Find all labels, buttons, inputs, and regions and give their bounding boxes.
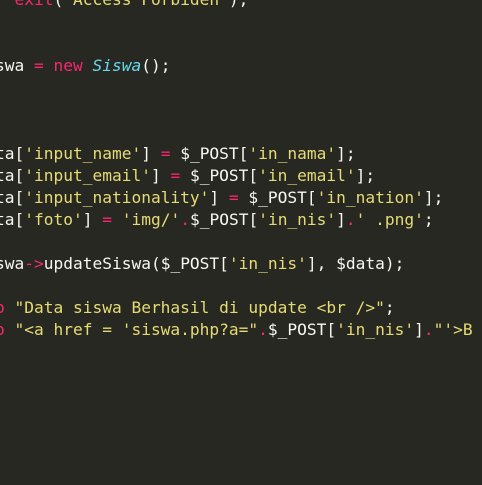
- code-token: =: [33, 56, 44, 75]
- code-token: $_POST[: [180, 166, 259, 185]
- line-echo-message: o "Data siswa Berhasil di update <br />"…: [0, 297, 395, 319]
- code-token: 'in_nation': [316, 188, 424, 207]
- code-token: ];: [336, 144, 356, 163]
- code-token: ;: [384, 298, 395, 317]
- code-token: ]: [414, 320, 424, 339]
- code-token: $_POST[: [238, 188, 317, 207]
- code-token: ta[: [0, 188, 25, 207]
- code-token: 'in_email': [258, 166, 356, 185]
- code-token: ]: [141, 144, 161, 163]
- code-token: ]: [209, 188, 229, 207]
- code-token: ], $data);: [306, 254, 405, 273]
- code-token: ();: [141, 56, 171, 75]
- code-token: ta[: [0, 210, 25, 229]
- code-token: ];: [423, 188, 444, 207]
- code-token: 'in_nis': [258, 210, 337, 229]
- code-token: 'in_nama': [248, 144, 337, 163]
- line-input-nationality: ta['input_nationality'] = $_POST['in_nat…: [0, 187, 443, 209]
- code-token: ->: [24, 254, 44, 273]
- code-token: .: [258, 320, 268, 339]
- code-editor[interactable]: exit('Access Forbiden');swa = new Siswa(…: [0, 0, 482, 485]
- code-token: ]: [336, 210, 346, 229]
- line-update-siswa: swa->updateSiswa($_POST['in_nis'], $data…: [0, 253, 404, 275]
- code-token: 'input_name': [24, 144, 142, 163]
- code-token: new: [53, 56, 83, 75]
- code-token: 'input_nationality': [24, 188, 210, 207]
- code-token: "Data siswa Berhasil di update <br />": [14, 298, 385, 317]
- line-new-siswa: swa = new Siswa();: [0, 55, 170, 77]
- code-token: ;: [423, 210, 434, 229]
- code-token: $_POST[: [170, 144, 249, 163]
- code-token: ]: [82, 210, 103, 229]
- code-token: swa: [0, 56, 25, 75]
- code-token: .: [423, 320, 434, 339]
- code-token: 'img/': [121, 210, 181, 229]
- code-token: .: [180, 210, 190, 229]
- code-token: exit: [0, 0, 53, 9]
- line-input-email: ta['input_email'] = $_POST['in_email'];: [0, 165, 375, 187]
- line-exit: exit('Access Forbiden');: [0, 0, 248, 11]
- code-token: =: [170, 166, 181, 185]
- code-token: ]: [150, 166, 171, 185]
- code-token: =: [102, 210, 112, 229]
- code-token: "<a href = 'siswa.php?a=": [14, 320, 259, 339]
- line-foto: ta['foto'] = 'img/'.$_POST['in_nis'].' .…: [0, 209, 434, 231]
- code-token: =: [160, 144, 171, 163]
- code-token: $_POST[: [189, 210, 259, 229]
- line-input-name: ta['input_name'] = $_POST['in_nama'];: [0, 143, 356, 165]
- code-token: ta[: [0, 166, 25, 185]
- code-token: ];: [355, 166, 376, 185]
- code-token: (: [53, 0, 63, 9]
- code-token: 'foto': [24, 210, 83, 229]
- code-token: 'input_email': [24, 166, 151, 185]
- code-token: ' .png': [355, 210, 424, 229]
- code-token: Siswa: [92, 56, 142, 75]
- code-token: .: [345, 210, 356, 229]
- code-token: =: [228, 188, 239, 207]
- code-token: 'in_nis': [228, 254, 307, 273]
- code-token: $_POST[: [267, 320, 337, 339]
- code-token: "'>B: [433, 320, 473, 339]
- code-token: swa: [0, 254, 25, 273]
- code-token: 'Access Forbiden': [63, 0, 229, 9]
- code-token: ta[: [0, 144, 25, 163]
- code-token: updateSiswa($_POST[: [43, 254, 229, 273]
- line-echo-link: o "<a href = 'siswa.php?a=".$_POST['in_n…: [0, 319, 473, 341]
- code-token: 'in_nis': [336, 320, 415, 339]
- code-token: );: [229, 0, 249, 9]
